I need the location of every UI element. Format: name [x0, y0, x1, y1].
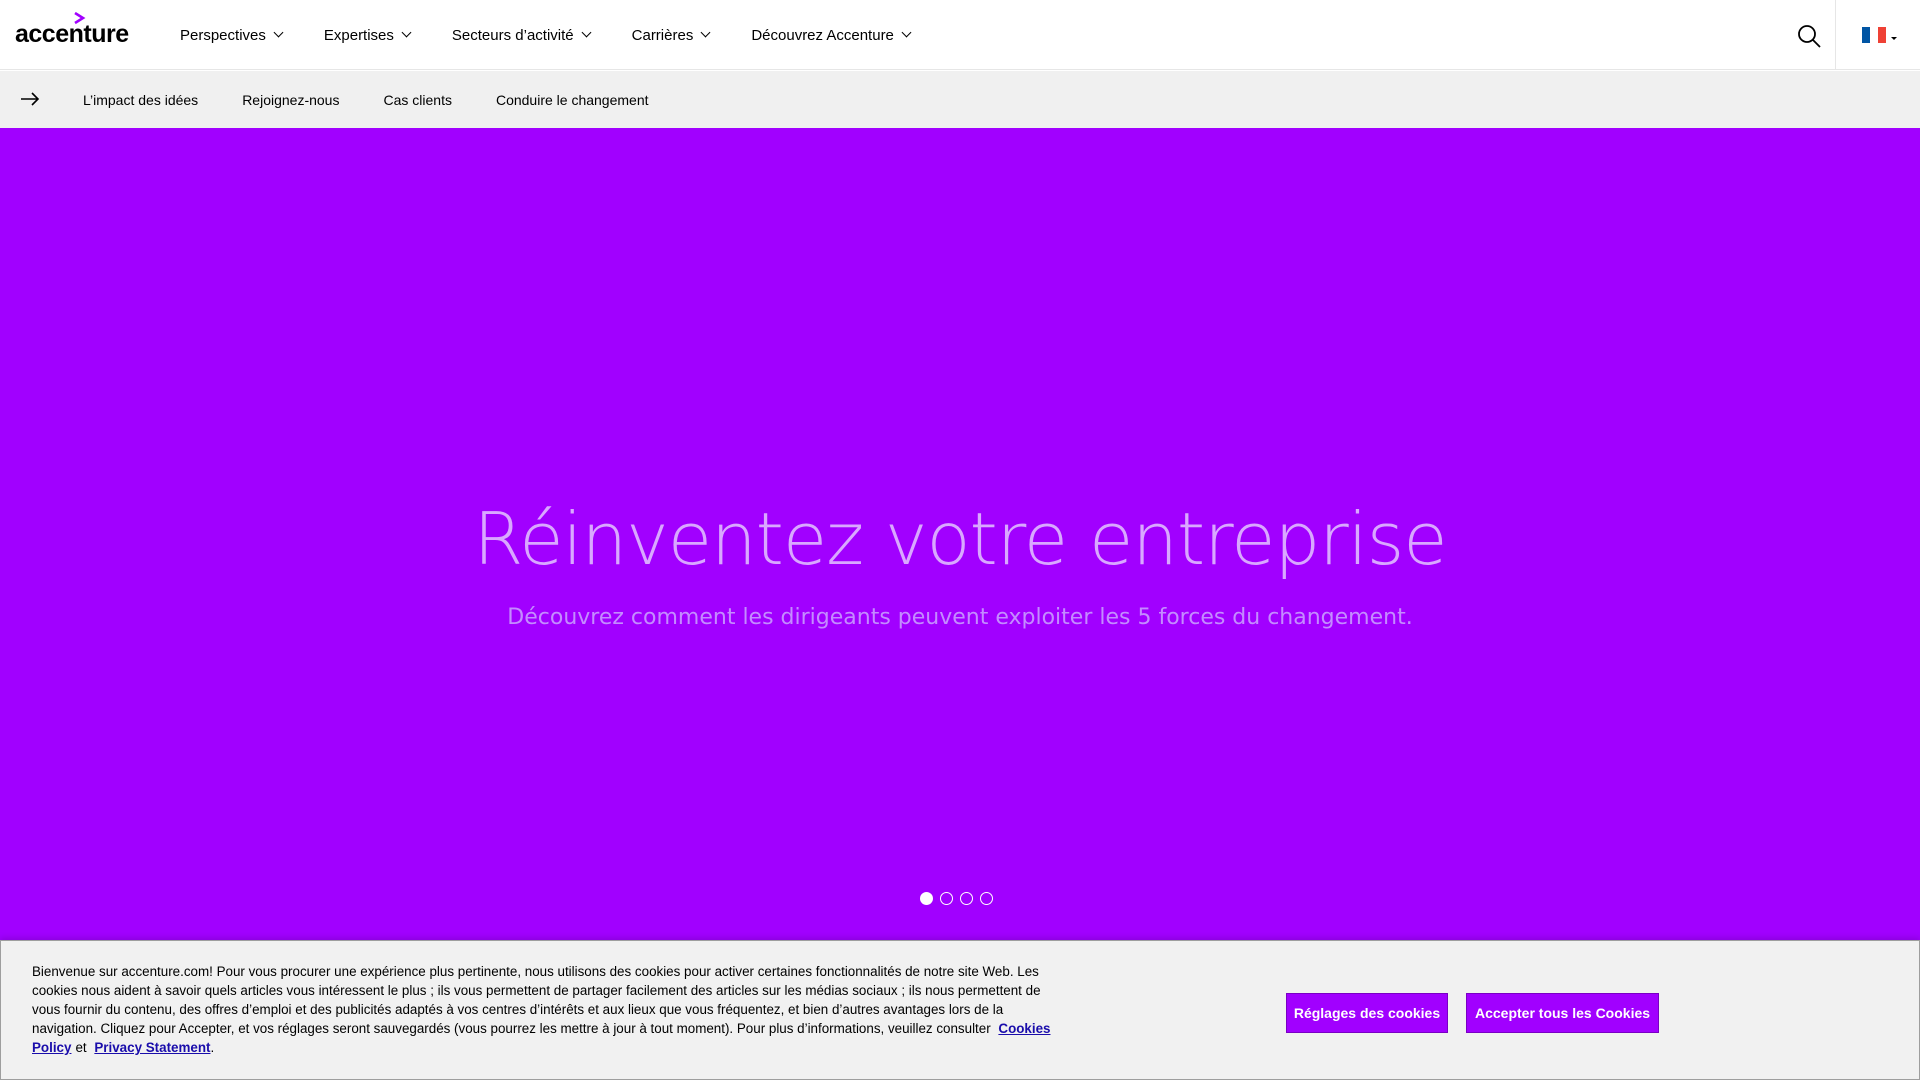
hero-title: Réinventez votre entreprise	[473, 497, 1447, 581]
secondary-navigation: L’impact des idées Rejoignez-nous Cas cl…	[0, 71, 1920, 128]
logo-wordmark: accenture	[15, 20, 129, 48]
cookie-settings-button[interactable]: Réglages des cookies	[1286, 993, 1448, 1033]
nav-divider	[1835, 0, 1836, 70]
top-navigation: accenture Perspectives Expertises Secteu…	[0, 0, 1920, 70]
chevron-down-icon	[700, 27, 711, 38]
menu-item-label: Perspectives	[180, 26, 266, 44]
accenture-logo[interactable]: accenture	[15, 12, 129, 48]
chevron-down-icon	[401, 27, 412, 38]
language-selector[interactable]	[1862, 26, 1902, 44]
cookie-connector: et	[75, 1040, 87, 1055]
carousel-dot-2[interactable]	[940, 892, 953, 905]
caret-down-icon	[1891, 36, 1897, 40]
carousel-dot-4[interactable]	[980, 892, 993, 905]
subnav-links: L’impact des idées Rejoignez-nous Cas cl…	[83, 71, 693, 128]
menu-item-decouvrez[interactable]: Découvrez Accenture	[751, 26, 912, 44]
france-flag-icon	[1862, 27, 1886, 43]
menu-item-carrieres[interactable]: Carrières	[631, 26, 711, 44]
accept-all-cookies-button[interactable]: Accepter tous les Cookies	[1466, 993, 1659, 1033]
cookie-message: Bienvenue sur accenture.com! Pour vous p…	[32, 964, 1041, 1036]
menu-item-perspectives[interactable]: Perspectives	[180, 26, 284, 44]
cookie-end: .	[210, 1040, 215, 1055]
subnav-link-conduire[interactable]: Conduire le changement	[496, 92, 649, 108]
menu-item-label: Découvrez Accenture	[751, 26, 894, 44]
menu-item-label: Expertises	[323, 26, 394, 44]
arrow-right-icon	[21, 92, 40, 106]
carousel-dot-1[interactable]	[920, 892, 933, 905]
chevron-down-icon	[901, 27, 912, 38]
menu-item-expertises[interactable]: Expertises	[323, 26, 412, 44]
carousel-dot-3[interactable]	[960, 892, 973, 905]
subnav-link-impact[interactable]: L’impact des idées	[83, 92, 198, 108]
menu-item-label: Secteurs d’activité	[451, 26, 574, 44]
chevron-down-icon	[273, 27, 284, 38]
menu-item-label: Carrières	[631, 26, 694, 44]
main-menu: Perspectives Expertises Secteurs d’activ…	[180, 0, 952, 70]
subnav-arrow-button[interactable]	[18, 87, 42, 111]
search-icon	[1798, 25, 1821, 48]
privacy-statement-link[interactable]: Privacy Statement	[94, 1040, 210, 1055]
carousel-dots	[920, 892, 1000, 905]
search-button[interactable]	[1795, 22, 1823, 50]
hero-banner: Réinventez votre entreprise Découvrez co…	[0, 128, 1920, 940]
chevron-down-icon	[581, 27, 592, 38]
cookie-banner: Bienvenue sur accenture.com! Pour vous p…	[0, 940, 1920, 1080]
hero-subtitle: Découvrez comment les dirigeants peuvent…	[507, 605, 1413, 630]
menu-item-secteurs[interactable]: Secteurs d’activité	[451, 26, 592, 44]
cookie-text: Bienvenue sur accenture.com! Pour vous p…	[32, 962, 1052, 1057]
subnav-link-rejoignez[interactable]: Rejoignez-nous	[242, 92, 339, 108]
subnav-link-cas-clients[interactable]: Cas clients	[383, 92, 451, 108]
